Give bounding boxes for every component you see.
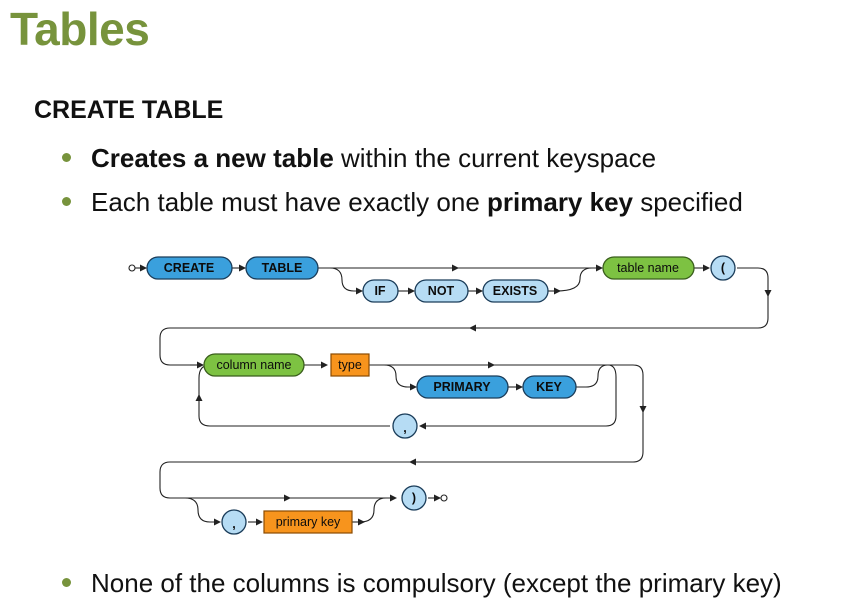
- close-paren-node: ): [401, 485, 427, 511]
- comma-primary-key-node: ,: [221, 509, 247, 535]
- not-keyword-label: NOT: [428, 284, 455, 298]
- comma-primary-key-label: ,: [232, 517, 235, 531]
- table-name-label: table name: [617, 261, 679, 275]
- not-keyword-node: NOT: [414, 279, 469, 303]
- create-keyword-label: CREATE: [164, 261, 214, 275]
- exists-keyword-label: EXISTS: [493, 284, 537, 298]
- comma-column-label: ,: [403, 421, 406, 435]
- table-keyword-label: TABLE: [262, 261, 303, 275]
- primary-keyword-node: PRIMARY: [416, 375, 509, 399]
- type-node: type: [330, 353, 370, 377]
- create-keyword-node: CREATE: [146, 256, 233, 280]
- if-keyword-node: IF: [362, 279, 399, 303]
- exists-keyword-node: EXISTS: [482, 279, 549, 303]
- key-keyword-node: KEY: [522, 375, 577, 399]
- if-keyword-label: IF: [374, 284, 385, 298]
- primary-keyword-label: PRIMARY: [433, 380, 491, 394]
- column-name-node: column name: [203, 353, 305, 377]
- primary-key-node: primary key: [263, 510, 353, 534]
- table-keyword-node: TABLE: [245, 256, 319, 280]
- close-paren-label: ): [412, 491, 416, 505]
- table-name-node: table name: [602, 256, 695, 280]
- comma-column-node: ,: [392, 413, 418, 439]
- column-name-label: column name: [216, 358, 291, 372]
- key-keyword-label: KEY: [536, 380, 562, 394]
- create-table-syntax-diagram: CREATE TABLE IF NOT EXISTS table name ( …: [128, 255, 772, 535]
- type-label: type: [338, 358, 362, 372]
- primary-key-label: primary key: [276, 515, 341, 529]
- open-paren-node: (: [710, 255, 736, 281]
